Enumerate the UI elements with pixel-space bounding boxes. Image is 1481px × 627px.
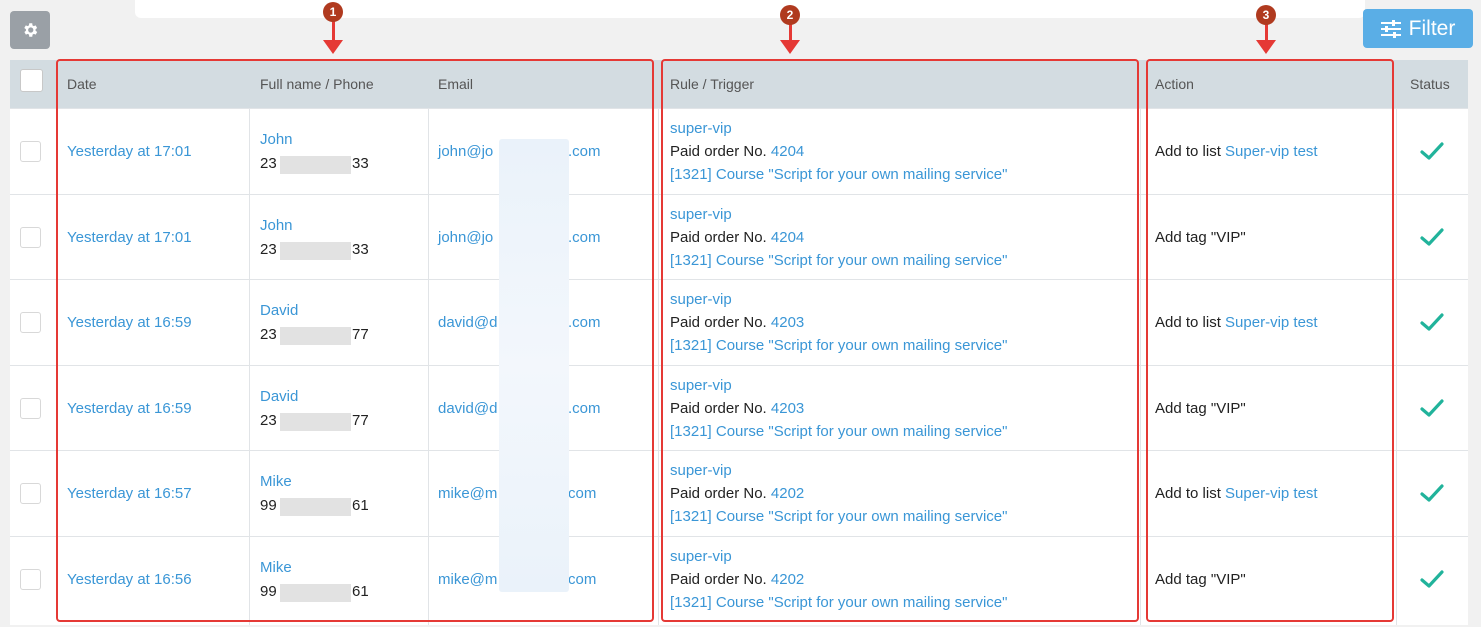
column-divider: [1396, 108, 1397, 625]
highlight-box-contact: [56, 59, 654, 622]
check-icon: [1420, 228, 1444, 246]
check-icon: [1420, 313, 1444, 331]
arrow-down-icon: [780, 40, 800, 54]
check-icon: [1420, 484, 1444, 502]
column-divider: [1140, 108, 1141, 625]
header-status[interactable]: Status: [1410, 60, 1450, 108]
arrow-down-icon: [323, 40, 343, 54]
filter-button[interactable]: Filter: [1363, 9, 1473, 48]
settings-button[interactable]: [10, 11, 50, 49]
row-checkbox[interactable]: [20, 227, 41, 248]
step-marker-3: 3: [1256, 5, 1276, 25]
filter-label: Filter: [1408, 16, 1456, 40]
select-all-checkbox[interactable]: [20, 69, 43, 92]
row-checkbox[interactable]: [20, 569, 41, 590]
page: Filter Date Full name / Phone Email Rule…: [0, 0, 1481, 627]
gear-icon: [24, 23, 38, 37]
search-bar[interactable]: [135, 0, 1365, 18]
check-icon: [1420, 142, 1444, 160]
arrow-line: [332, 20, 335, 42]
row-checkbox[interactable]: [20, 483, 41, 504]
arrow-down-icon: [1256, 40, 1276, 54]
highlight-box-rule: [661, 59, 1139, 622]
check-icon: [1420, 570, 1444, 588]
highlight-box-action: [1146, 59, 1394, 622]
check-icon: [1420, 399, 1444, 417]
row-checkbox[interactable]: [20, 312, 41, 333]
step-marker-2: 2: [780, 5, 800, 25]
column-divider: [658, 108, 659, 625]
step-marker-1: 1: [323, 2, 343, 22]
row-checkbox[interactable]: [20, 141, 41, 162]
sliders-icon: [1380, 19, 1401, 38]
arrow-line: [789, 22, 792, 42]
arrow-line: [1265, 22, 1268, 42]
row-checkbox[interactable]: [20, 398, 41, 419]
